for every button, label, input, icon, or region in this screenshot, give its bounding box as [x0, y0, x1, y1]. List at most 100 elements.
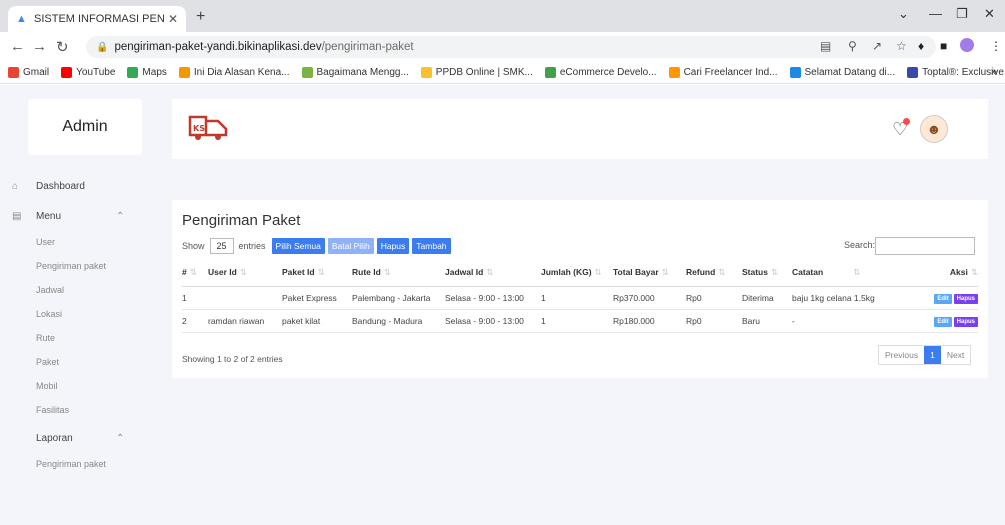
forward-icon[interactable]: →	[32, 38, 47, 55]
sidebar-item-lokasi[interactable]: Lokasi	[36, 309, 62, 319]
cell-catatan: -	[792, 309, 892, 333]
cell-refund: Rp0	[686, 309, 742, 333]
content-card: Pengiriman Paket Show 25 entries Pilih S…	[172, 200, 988, 378]
browser-tab[interactable]: ▲ SISTEM INFORMASI PENGIRIMAN ✕	[8, 6, 186, 32]
next-page-button[interactable]: Next	[941, 346, 970, 364]
bookmark-item[interactable]: eCommerce Develo...	[544, 67, 657, 78]
deselect-button[interactable]: Batal Pilih	[327, 238, 374, 254]
sidebar-item-mobil[interactable]: Mobil	[36, 381, 58, 391]
translate-icon[interactable]: ▤	[820, 39, 831, 53]
shipments-table: # ⇅ User Id ⇅ Paket Id ⇅ Rute Id ⇅ Jadwal Id…	[182, 260, 978, 333]
sidebar-item-pengiriman-paket[interactable]: Pengiriman paket	[36, 261, 106, 271]
cell-user	[208, 286, 282, 310]
minimize-icon[interactable]: —	[929, 6, 942, 21]
sidepanel-icon[interactable]: ■	[940, 39, 947, 53]
bookmark-item[interactable]: PPDB Online | SMK...	[420, 67, 533, 78]
bookmark-item[interactable]: Selamat Datang di...	[789, 67, 896, 78]
sidebar-item-user[interactable]: User	[36, 237, 55, 247]
bookmark-item[interactable]: Ini Dia Alasan Kena...	[178, 67, 290, 78]
home-icon: ⌂	[12, 181, 19, 192]
new-tab-icon[interactable]: +	[196, 8, 205, 26]
col-header-refund[interactable]: Refund ⇅	[686, 260, 742, 287]
sidebar-item-menu[interactable]: Menu	[36, 211, 61, 222]
sidebar-item-fasilitas[interactable]: Fasilitas	[36, 405, 69, 415]
edit-button[interactable]: Edit	[934, 293, 952, 304]
entries-select[interactable]: 25	[209, 238, 234, 254]
sidebar-item-jadwal[interactable]: Jadwal	[36, 285, 64, 295]
brand-title[interactable]: Admin	[28, 99, 142, 155]
tab-search-chevron-icon[interactable]: ⌄	[898, 6, 909, 22]
bookmark-favicon-icon	[420, 67, 432, 78]
extensions-icon[interactable]: ♦	[918, 39, 924, 53]
bookmark-item[interactable]: Gmail	[8, 67, 49, 78]
close-tab-icon[interactable]: ✕	[168, 12, 178, 26]
pagination: Previous 1 Next	[878, 345, 972, 365]
table-row[interactable]: 1 Paket Express Palembang - Jakarta Sela…	[182, 286, 978, 310]
chevron-up-icon[interactable]: ⌃	[116, 211, 124, 222]
col-header-rute[interactable]: Rute Id ⇅	[352, 260, 445, 287]
bookmark-favicon-icon	[668, 67, 680, 78]
col-header-jadwal[interactable]: Jadwal Id ⇅	[445, 260, 541, 287]
cell-no: 1	[182, 286, 208, 310]
zoom-icon[interactable]: ⚲	[848, 39, 857, 53]
restore-icon[interactable]: ❐	[956, 6, 968, 22]
bookmark-label: eCommerce Develo...	[559, 67, 657, 78]
page-1-button[interactable]: 1	[924, 346, 941, 364]
cell-paket: paket kilat	[282, 309, 352, 333]
cell-jadwal: Selasa - 9:00 - 13:00	[445, 309, 541, 333]
bookmark-label: Cari Freelancer Ind...	[683, 67, 778, 78]
bookmark-star-icon[interactable]: ☆	[896, 39, 907, 53]
bookmark-item[interactable]: Bagaimana Mengg...	[301, 67, 409, 78]
cell-total: Rp370.000	[613, 286, 686, 310]
col-header-catatan[interactable]: Catatan ⇅	[792, 260, 892, 287]
sidebar-item-laporan[interactable]: Laporan	[36, 433, 73, 444]
cell-jumlah: 1	[541, 286, 613, 310]
entries-label: entries	[238, 241, 266, 251]
previous-page-button[interactable]: Previous	[879, 346, 924, 364]
edit-button[interactable]: Edit	[934, 316, 952, 327]
bookmark-label: Selamat Datang di...	[804, 67, 896, 78]
cell-total: Rp180.000	[613, 309, 686, 333]
delete-row-button[interactable]: Hapus	[953, 316, 978, 327]
sidebar-item-rute[interactable]: Rute	[36, 333, 55, 343]
cell-jumlah: 1	[541, 309, 613, 333]
window-close-icon[interactable]: ✕	[984, 6, 995, 22]
table-row[interactable]: 2 ramdan riawan paket kilat Bandung - Ma…	[182, 309, 978, 333]
cell-status: Diterima	[742, 286, 792, 310]
bookmark-item[interactable]: Cari Freelancer Ind...	[668, 67, 778, 78]
menu-icon: ▤	[12, 211, 22, 222]
bookmark-favicon-icon	[8, 67, 19, 78]
share-icon[interactable]: ↗	[872, 39, 882, 53]
col-header-aksi[interactable]: Aksi ⇅	[892, 260, 978, 287]
col-header-status[interactable]: Status ⇅	[742, 260, 792, 287]
sidebar-item-laporan-pengiriman-paket[interactable]: Pengiriman paket	[36, 459, 106, 469]
sidebar-item-dashboard[interactable]: Dashboard	[36, 181, 85, 192]
col-header-paket[interactable]: Paket Id ⇅	[282, 260, 352, 287]
reload-icon[interactable]: ↻	[56, 38, 69, 56]
browser-menu-icon[interactable]: ⋮	[990, 39, 1002, 53]
back-icon[interactable]: ←	[10, 38, 25, 55]
col-header-no[interactable]: # ⇅	[182, 260, 208, 287]
top-header: KS ♡ ☻	[172, 99, 988, 159]
bookmark-item[interactable]: YouTube	[61, 67, 115, 78]
profile-icon[interactable]	[960, 38, 974, 52]
svg-text:KS: KS	[193, 124, 205, 133]
chevron-up-icon[interactable]: ⌃	[116, 433, 124, 444]
sidebar-item-paket[interactable]: Paket	[36, 357, 59, 367]
bookmark-label: PPDB Online | SMK...	[435, 67, 533, 78]
col-header-jumlah[interactable]: Jumlah (KG) ⇅	[541, 260, 613, 287]
select-all-button[interactable]: Pilih Semua	[271, 238, 325, 254]
address-bar[interactable]: 🔒 pengiriman-paket-yandi.bikinaplikasi.d…	[86, 36, 936, 58]
user-avatar[interactable]: ☻	[920, 115, 948, 143]
bookmark-favicon-icon	[544, 67, 556, 78]
delete-button[interactable]: Hapus	[376, 238, 410, 254]
add-button[interactable]: Tambah	[412, 238, 451, 254]
notification-bell-icon[interactable]: ♡	[892, 118, 911, 140]
cell-aksi: Edit Hapus	[892, 309, 978, 333]
col-header-user[interactable]: User Id ⇅	[208, 260, 282, 287]
delete-row-button[interactable]: Hapus	[953, 293, 978, 304]
search-input[interactable]	[875, 237, 975, 255]
bookmark-item[interactable]: Maps	[127, 67, 167, 78]
col-header-total[interactable]: Total Bayar ⇅	[613, 260, 686, 287]
more-bookmarks-icon[interactable]: »	[991, 66, 997, 78]
